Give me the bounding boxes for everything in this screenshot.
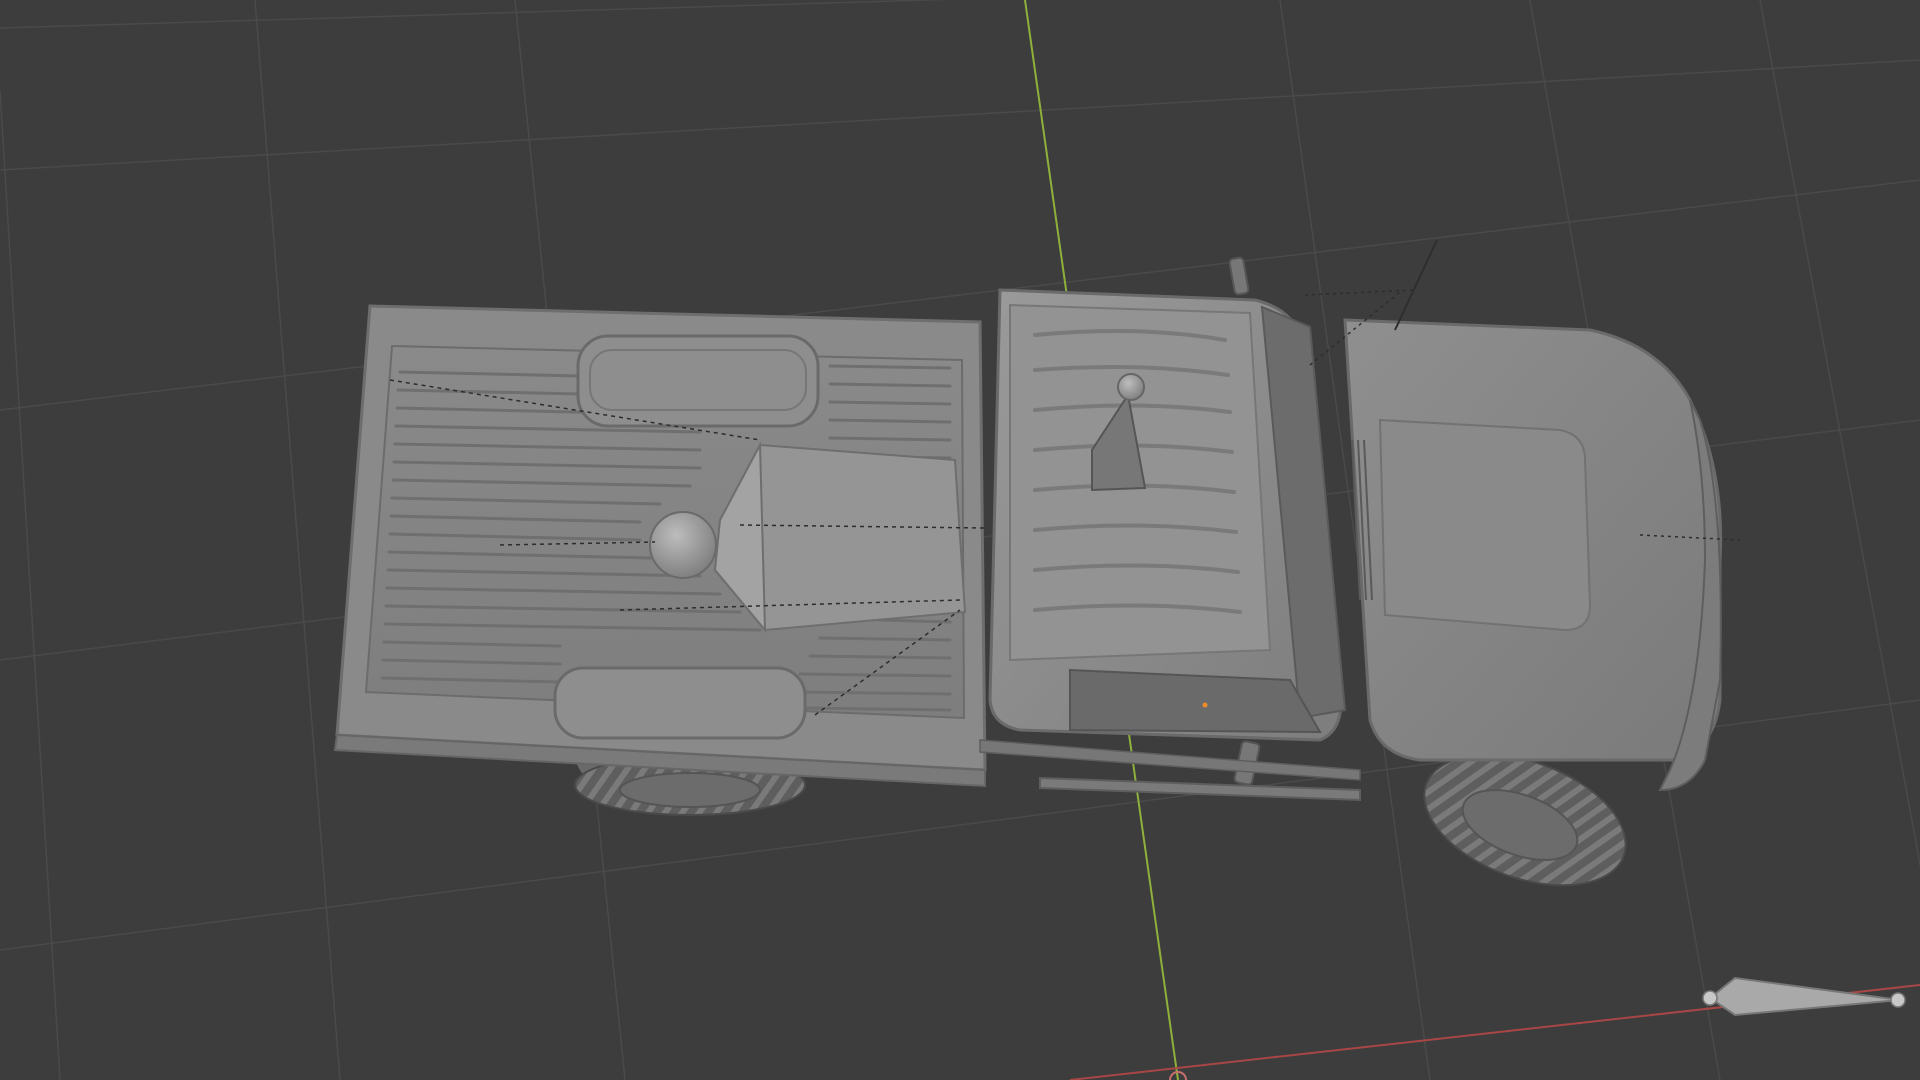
spot-light-bulb xyxy=(649,511,717,579)
3d-viewport[interactable] xyxy=(0,0,1920,1080)
viewport-canvas[interactable] xyxy=(0,0,1920,1080)
sun-light[interactable] xyxy=(1702,976,1906,1017)
rear-wheel-well-bottom xyxy=(553,666,807,740)
origin-dot xyxy=(1202,702,1208,708)
hood-scoop xyxy=(1378,418,1592,632)
pickup-truck-mesh[interactable] xyxy=(333,239,1723,910)
side-window xyxy=(1069,668,1322,734)
running-board xyxy=(1039,776,1361,802)
antenna xyxy=(1394,239,1438,331)
